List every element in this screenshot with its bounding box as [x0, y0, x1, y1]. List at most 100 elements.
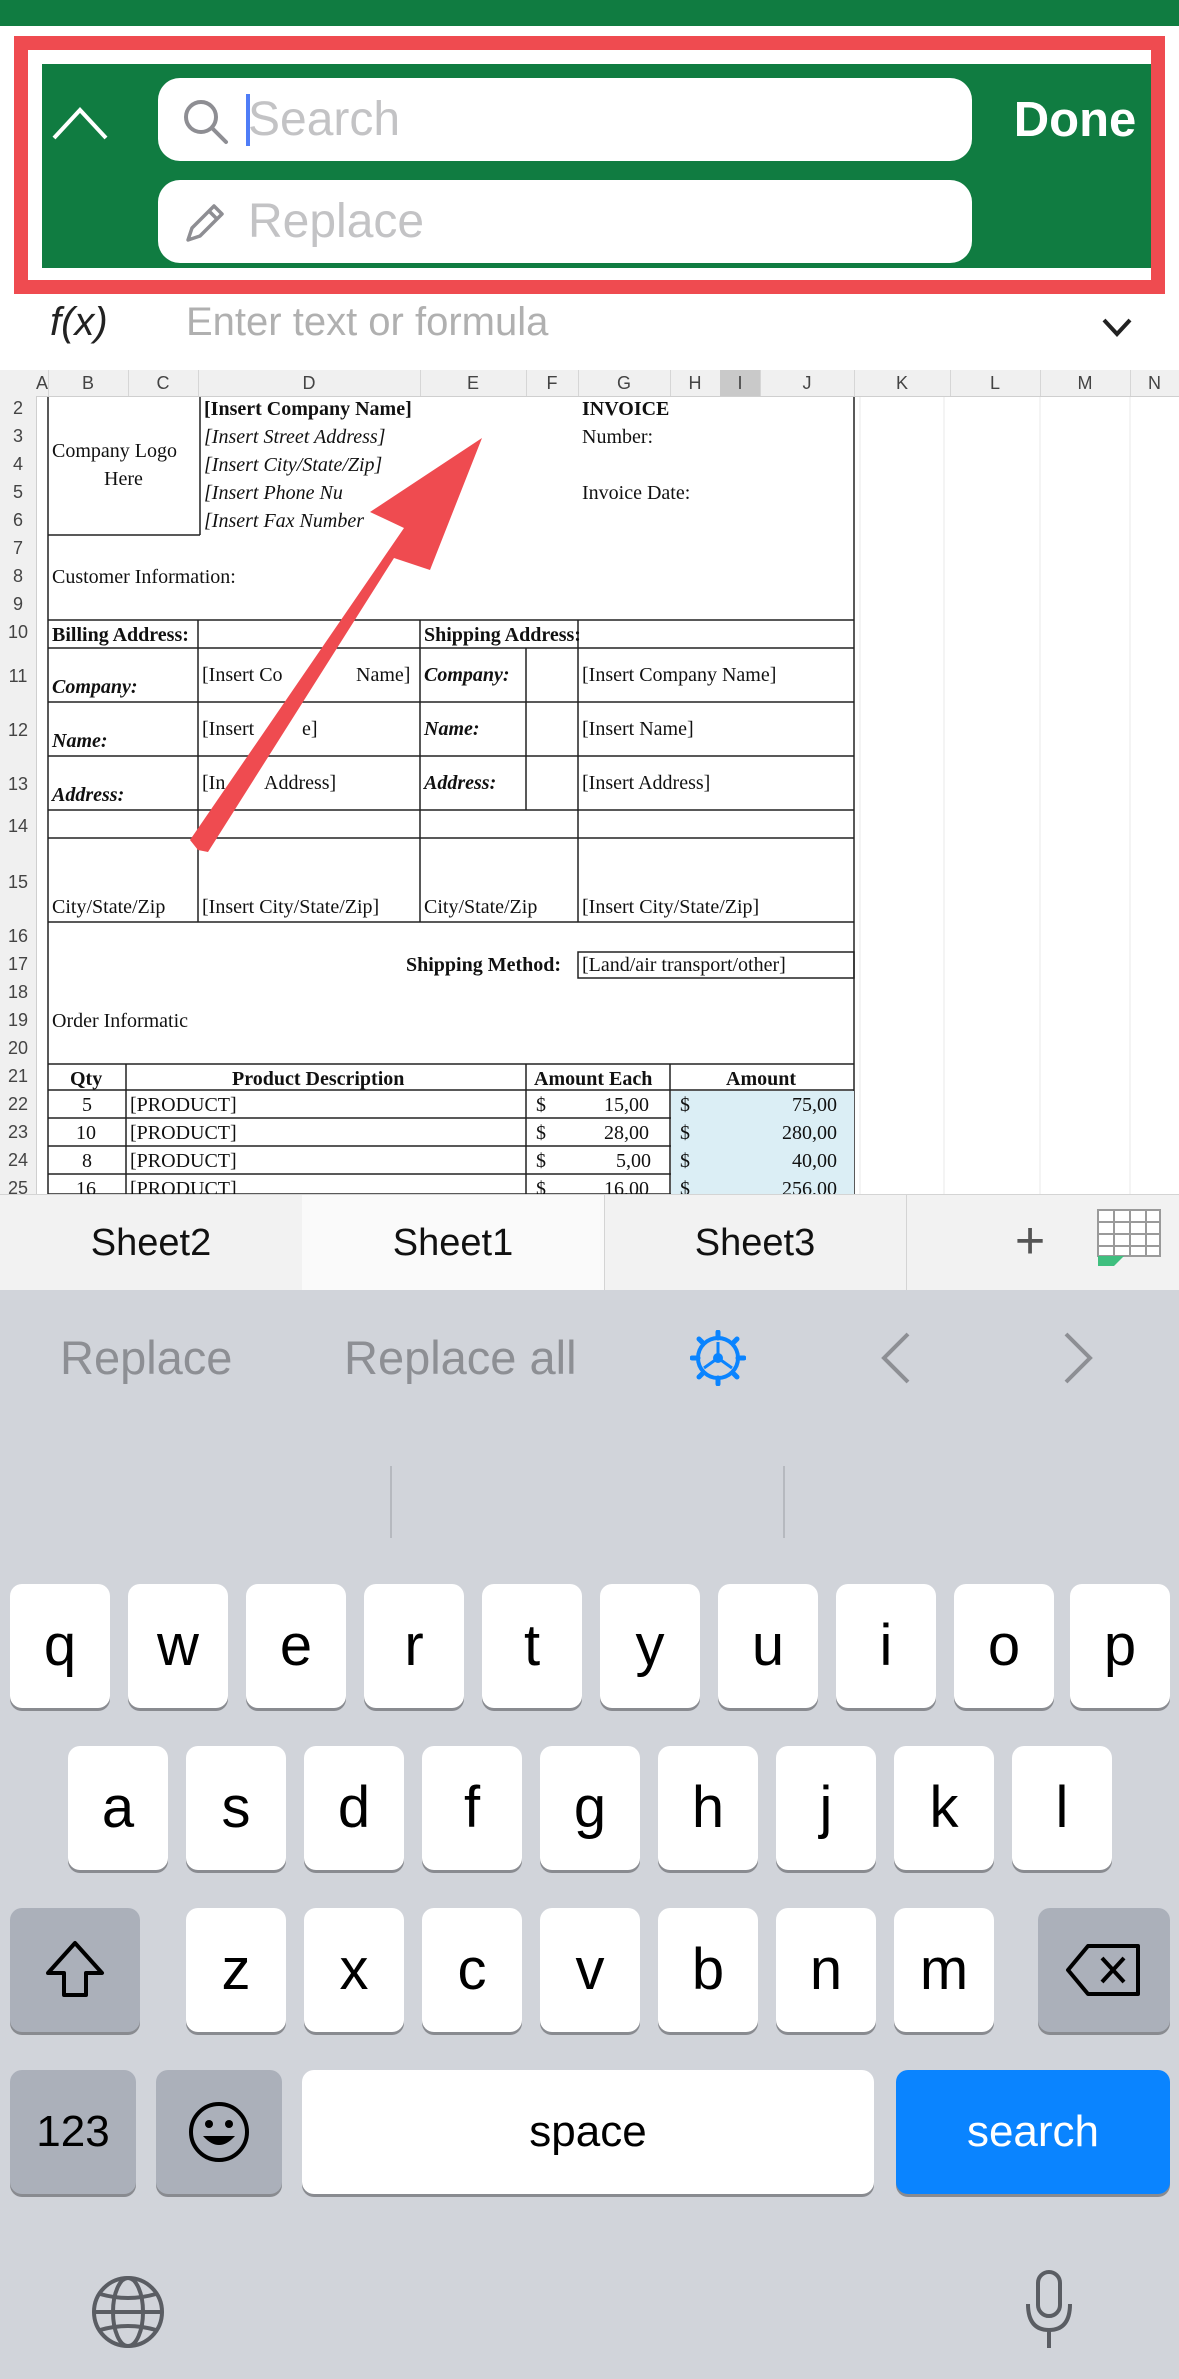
order-amount[interactable]: 280,00 [782, 1122, 837, 1145]
key-x[interactable]: x [304, 1908, 404, 2032]
row-17[interactable]: 17 [0, 954, 36, 975]
col-j[interactable]: J [760, 370, 855, 396]
col-f[interactable]: F [526, 370, 579, 396]
key-a[interactable]: a [68, 1746, 168, 1870]
key-u[interactable]: u [718, 1584, 818, 1708]
row-7[interactable]: 7 [0, 538, 36, 559]
key-e[interactable]: e [246, 1584, 346, 1708]
col-k[interactable]: K [854, 370, 951, 396]
cell-number[interactable]: Number: [582, 426, 653, 449]
cell-invoice[interactable]: INVOICE [582, 398, 669, 421]
cell-shipping-method-value[interactable]: [Land/air transport/other] [582, 954, 786, 977]
chevron-down-icon[interactable] [1100, 312, 1134, 342]
key-m[interactable]: m [894, 1908, 994, 2032]
cell-billing-address[interactable]: Billing Address: [52, 624, 189, 647]
cell-invoice-date[interactable]: Invoice Date: [582, 482, 690, 505]
cell-order-info[interactable]: Order Informatic [52, 1010, 188, 1033]
cell-ship-city[interactable]: [Insert City/State/Zip] [582, 896, 759, 919]
row-14[interactable]: 14 [0, 816, 36, 837]
row-10[interactable]: 10 [0, 622, 36, 643]
key-t[interactable]: t [482, 1584, 582, 1708]
row-13[interactable]: 13 [0, 774, 36, 795]
row-6[interactable]: 6 [0, 510, 36, 531]
col-g[interactable]: G [578, 370, 671, 396]
col-d[interactable]: D [198, 370, 421, 396]
order-product[interactable]: [PRODUCT] [130, 1178, 237, 1194]
th-product-description[interactable]: Product Description [232, 1068, 404, 1091]
key-o[interactable]: o [954, 1584, 1054, 1708]
row-15[interactable]: 15 [0, 872, 36, 893]
order-product[interactable]: [PRODUCT] [130, 1094, 237, 1117]
key-n[interactable]: n [776, 1908, 876, 2032]
order-each[interactable]: 16,00 [604, 1178, 649, 1194]
row-2[interactable]: 2 [0, 398, 36, 419]
grid-view-icon[interactable] [1094, 1206, 1164, 1268]
numbers-key[interactable]: 123 [10, 2070, 136, 2194]
row-3[interactable]: 3 [0, 426, 36, 447]
cell-ship-city-label[interactable]: City/State/Zip [424, 896, 537, 919]
row-4[interactable]: 4 [0, 454, 36, 475]
cell-shipping-method[interactable]: Shipping Method: [406, 954, 561, 977]
key-f[interactable]: f [422, 1746, 522, 1870]
order-amount[interactable]: 256,00 [782, 1178, 837, 1194]
row-19[interactable]: 19 [0, 1010, 36, 1031]
key-j[interactable]: j [776, 1746, 876, 1870]
row-18[interactable]: 18 [0, 982, 36, 1003]
microphone-icon[interactable] [1022, 2268, 1076, 2352]
key-v[interactable]: v [540, 1908, 640, 2032]
cell-ship-company[interactable]: [Insert Company Name] [582, 664, 776, 687]
row-22[interactable]: 22 [0, 1094, 36, 1115]
key-z[interactable]: z [186, 1908, 286, 2032]
tab-sheet1[interactable]: Sheet1 [302, 1195, 605, 1291]
formula-bar[interactable] [0, 294, 1179, 364]
key-k[interactable]: k [894, 1746, 994, 1870]
cell-ship-name[interactable]: [Insert Name] [582, 718, 694, 741]
add-sheet-button[interactable]: + [1000, 1195, 1060, 1291]
order-qty[interactable]: 16 [76, 1178, 96, 1194]
cell-company-logo[interactable]: Company Logo [52, 440, 177, 463]
tab-sheet2[interactable]: Sheet2 [0, 1195, 303, 1291]
tab-sheet3[interactable]: Sheet3 [604, 1195, 907, 1291]
replace-all-button[interactable]: Replace all [344, 1330, 577, 1385]
row-8[interactable]: 8 [0, 566, 36, 587]
order-qty[interactable]: 10 [76, 1122, 96, 1145]
globe-icon[interactable] [88, 2272, 168, 2352]
order-amount[interactable]: 75,00 [792, 1094, 837, 1117]
row-9[interactable]: 9 [0, 594, 36, 615]
row-16[interactable]: 16 [0, 926, 36, 947]
row-24[interactable]: 24 [0, 1150, 36, 1171]
delete-key[interactable] [1038, 1908, 1170, 2032]
cell-company-name[interactable]: [Insert Company Name] [204, 398, 412, 421]
chevron-left-icon[interactable] [876, 1330, 916, 1386]
key-r[interactable]: r [364, 1584, 464, 1708]
cell-bill-company-label[interactable]: Company: [52, 676, 138, 699]
th-amount[interactable]: Amount [726, 1068, 796, 1091]
row-23[interactable]: 23 [0, 1122, 36, 1143]
col-i[interactable]: I [720, 370, 761, 396]
order-row-4[interactable]: 16 [PRODUCT] $ 16,00 $ 256,00 [0, 1176, 1179, 1194]
replace-button[interactable]: Replace [60, 1330, 232, 1385]
row-20[interactable]: 20 [0, 1038, 36, 1059]
search-key[interactable]: search [896, 2070, 1170, 2194]
order-product[interactable]: [PRODUCT] [130, 1150, 237, 1173]
key-l[interactable]: l [1012, 1746, 1112, 1870]
col-b[interactable]: B [48, 370, 129, 396]
key-b[interactable]: b [658, 1908, 758, 2032]
col-m[interactable]: M [1040, 370, 1131, 396]
key-d[interactable]: d [304, 1746, 404, 1870]
cell-bill-name-label[interactable]: Name: [52, 730, 108, 753]
cell-bill-city[interactable]: [Insert City/State/Zip] [202, 896, 379, 919]
gear-icon[interactable] [690, 1330, 746, 1386]
key-i[interactable]: i [836, 1584, 936, 1708]
emoji-key[interactable] [156, 2070, 282, 2194]
cell-bill-city-label[interactable]: City/State/Zip [52, 896, 165, 919]
col-l[interactable]: L [950, 370, 1041, 396]
order-each[interactable]: 5,00 [616, 1150, 651, 1173]
order-qty[interactable]: 5 [82, 1094, 92, 1117]
key-c[interactable]: c [422, 1908, 522, 2032]
order-each[interactable]: 28,00 [604, 1122, 649, 1145]
cell-company-logo-here[interactable]: Here [104, 468, 143, 491]
col-n[interactable]: N [1130, 370, 1179, 396]
row-12[interactable]: 12 [0, 720, 36, 741]
row-21[interactable]: 21 [0, 1066, 36, 1087]
